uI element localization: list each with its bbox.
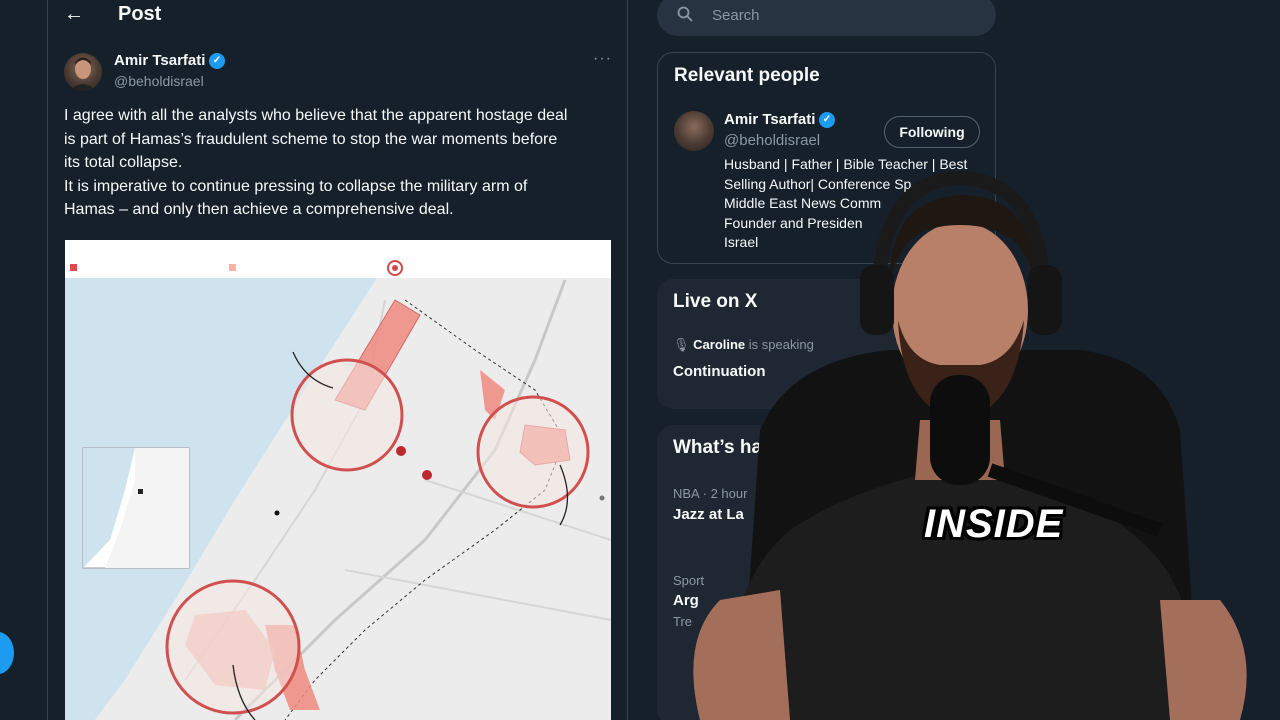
tweet-line: It is imperative to continue pressing to… xyxy=(64,177,528,195)
webcam-overlay xyxy=(693,170,1247,720)
tweet-line: I agree with all the analysts who believ… xyxy=(64,107,568,124)
tweet-line: is part of Hamas’s fraudulent scheme to … xyxy=(64,130,558,148)
page-title: Post xyxy=(118,3,162,25)
attached-map-image[interactable] xyxy=(65,240,611,720)
relevant-people-title: Relevant people xyxy=(674,65,820,86)
more-icon[interactable]: ··· xyxy=(593,50,612,68)
author-handle[interactable]: @beholdisrael xyxy=(114,73,204,89)
back-arrow-icon[interactable]: ← xyxy=(64,3,84,26)
relevant-person-avatar[interactable] xyxy=(674,111,714,151)
video-caption: INSIDE xyxy=(924,502,1064,546)
tweet-line: its total collapse. xyxy=(64,154,183,171)
avatar-portrait xyxy=(70,57,96,91)
gaza-map-graphic xyxy=(65,240,611,720)
compose-button[interactable] xyxy=(0,632,14,674)
post-column: ← Post Amir Tsarfati ✓ @beholdisrael ···… xyxy=(48,0,628,720)
post-header: ← Post xyxy=(48,0,628,30)
search-input[interactable]: Search xyxy=(657,0,996,36)
verified-icon: ✓ xyxy=(209,53,225,69)
author-name[interactable]: Amir Tsarfati xyxy=(114,52,205,69)
search-placeholder: Search xyxy=(712,7,760,24)
app-root: ← Post Amir Tsarfati ✓ @beholdisrael ···… xyxy=(0,0,1280,720)
author-avatar[interactable] xyxy=(64,53,102,91)
verified-icon: ✓ xyxy=(819,112,835,128)
search-icon xyxy=(677,6,693,22)
relevant-person-handle[interactable]: @beholdisrael xyxy=(724,132,820,149)
tweet-text: I agree with all the analysts who believ… xyxy=(64,104,614,222)
relevant-person-name[interactable]: Amir Tsarfati xyxy=(724,111,815,128)
following-button[interactable]: Following xyxy=(884,116,980,148)
tweet-line: Hamas – and only then achieve a comprehe… xyxy=(64,201,454,218)
